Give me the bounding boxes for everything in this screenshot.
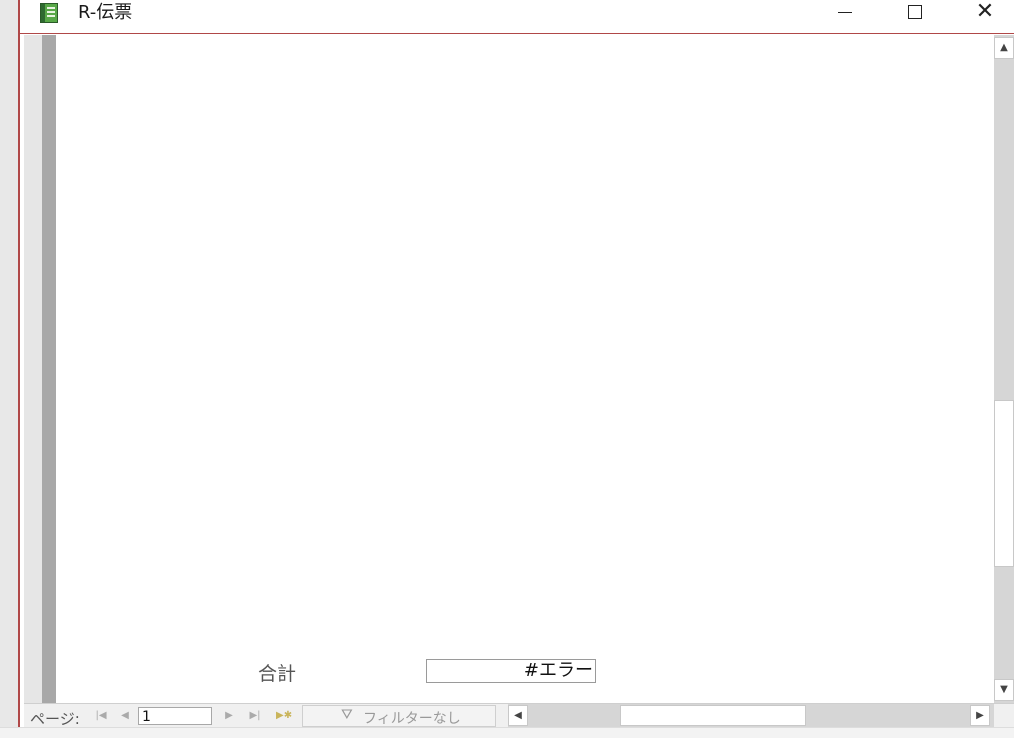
section-bar: [42, 35, 56, 703]
prev-page-button[interactable]: ◀: [118, 708, 132, 724]
filter-label: フィルターなし: [363, 711, 461, 727]
status-strip: [0, 727, 1014, 738]
first-page-button[interactable]: |◀: [94, 708, 108, 724]
scroll-up-button[interactable]: ▲: [994, 37, 1014, 59]
horizontal-scrollbar[interactable]: ◀ ▶: [508, 704, 994, 727]
funnel-icon: ⛛: [341, 707, 353, 723]
minimize-button[interactable]: [822, 0, 868, 26]
report-window: R-伝票 ✕ 合計 #エラー ▲ ▼ ページ: |◀ ◀ 1 ▶ ▶| ▶✱ ⛛…: [18, 0, 1014, 738]
filter-button[interactable]: ⛛ フィルターなし: [302, 705, 496, 727]
page-number-input[interactable]: 1: [138, 707, 212, 725]
navigation-bar: ページ: |◀ ◀ 1 ▶ ▶| ▶✱ ⛛ フィルターなし ◀ ▶: [24, 703, 1014, 728]
maximize-button[interactable]: [892, 0, 938, 26]
total-label: 合計: [258, 663, 297, 685]
window-title: R-伝票: [78, 2, 133, 23]
horizontal-scroll-thumb[interactable]: [620, 705, 806, 726]
scroll-right-button[interactable]: ▶: [970, 705, 990, 726]
report-icon: [40, 3, 58, 23]
last-page-button[interactable]: ▶|: [248, 708, 262, 724]
close-button[interactable]: ✕: [962, 0, 1008, 26]
page-label: ページ:: [30, 710, 80, 728]
scroll-down-button[interactable]: ▼: [994, 679, 1014, 701]
record-selector[interactable]: [24, 35, 42, 703]
vertical-scrollbar[interactable]: ▲ ▼: [994, 35, 1014, 703]
new-page-button[interactable]: ▶✱: [276, 708, 292, 724]
close-icon: ✕: [975, 0, 995, 24]
window-titlebar[interactable]: R-伝票 ✕: [20, 0, 1014, 34]
minimize-icon: [838, 11, 852, 13]
scroll-left-button[interactable]: ◀: [508, 705, 528, 726]
vertical-scroll-thumb[interactable]: [994, 400, 1014, 567]
total-value-field[interactable]: #エラー: [426, 659, 596, 683]
maximize-icon: [908, 5, 922, 19]
app-left-strip: [0, 0, 18, 738]
report-body: 合計 #エラー: [56, 35, 994, 703]
next-page-button[interactable]: ▶: [222, 708, 236, 724]
